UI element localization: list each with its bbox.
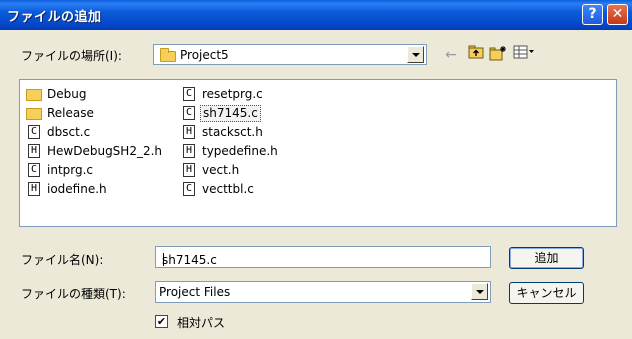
look-in-dropdown-button[interactable] bbox=[407, 46, 424, 63]
folder-icon bbox=[160, 48, 176, 62]
window-title: ファイルの追加 bbox=[7, 10, 102, 25]
folder-up-icon[interactable] bbox=[466, 45, 486, 65]
close-button[interactable]: ✕ bbox=[607, 4, 628, 25]
look-in-value: Project5 bbox=[180, 48, 229, 62]
look-in-combo[interactable]: Project5 bbox=[153, 44, 427, 65]
back-icon[interactable]: ← bbox=[441, 45, 461, 65]
c-file-icon: C bbox=[28, 125, 40, 139]
folder-icon bbox=[26, 108, 42, 120]
file-name: dbsct.c bbox=[47, 125, 91, 139]
add-file-dialog: ファイルの追加 ? ✕ ファイルの場所(I): Project5 ← Debug… bbox=[0, 0, 632, 339]
file-name-label: ファイル名(N): bbox=[21, 253, 104, 267]
file-name: vect.h bbox=[202, 163, 240, 177]
look-in-label: ファイルの場所(I): bbox=[21, 49, 122, 63]
h-file-icon: H bbox=[183, 163, 195, 177]
file-name-input[interactable]: sh7145.c bbox=[155, 246, 491, 268]
file-name: sh7145.c bbox=[200, 105, 261, 122]
file-type-select[interactable]: Project Files bbox=[155, 281, 491, 303]
c-file-icon: C bbox=[183, 87, 195, 101]
help-button[interactable]: ? bbox=[582, 4, 603, 25]
text-caret bbox=[163, 253, 164, 266]
h-file-icon: H bbox=[183, 125, 195, 139]
file-name: vecttbl.c bbox=[202, 182, 254, 196]
new-folder-icon[interactable] bbox=[488, 45, 508, 65]
folder-icon bbox=[26, 89, 42, 101]
view-menu-icon[interactable] bbox=[512, 45, 536, 65]
file-name: resetprg.c bbox=[202, 87, 263, 101]
c-file-icon: C bbox=[183, 106, 195, 120]
file-name: Release bbox=[47, 106, 94, 120]
title-bar[interactable]: ファイルの追加 ? ✕ bbox=[0, 0, 632, 30]
relative-path-label: 相対パス bbox=[177, 316, 226, 330]
add-button[interactable]: 追加 bbox=[509, 247, 584, 269]
h-file-icon: H bbox=[28, 144, 40, 158]
c-file-icon: C bbox=[28, 163, 40, 177]
c-file-icon: C bbox=[183, 182, 195, 196]
h-file-icon: H bbox=[183, 144, 195, 158]
relative-path-checkbox[interactable]: ✔ bbox=[155, 315, 168, 328]
file-name: HewDebugSH2_2.h bbox=[47, 144, 163, 158]
cancel-button[interactable]: キャンセル bbox=[509, 282, 584, 304]
file-name: typedefine.h bbox=[202, 144, 278, 158]
file-type-dropdown-button[interactable] bbox=[471, 283, 488, 300]
file-name: iodefine.h bbox=[47, 182, 107, 196]
file-name: Debug bbox=[47, 87, 87, 101]
file-type-value: Project Files bbox=[159, 285, 231, 299]
file-list[interactable]: Debug Release Cdbsct.c H HewDebugSH2_2.h Cint… bbox=[19, 79, 617, 227]
file-type-label: ファイルの種類(T): bbox=[21, 287, 126, 301]
file-name: intprg.c bbox=[47, 163, 94, 177]
file-name: stacksct.h bbox=[202, 125, 263, 139]
file-name-value: sh7145.c bbox=[162, 253, 217, 267]
h-file-icon: H bbox=[28, 182, 40, 196]
